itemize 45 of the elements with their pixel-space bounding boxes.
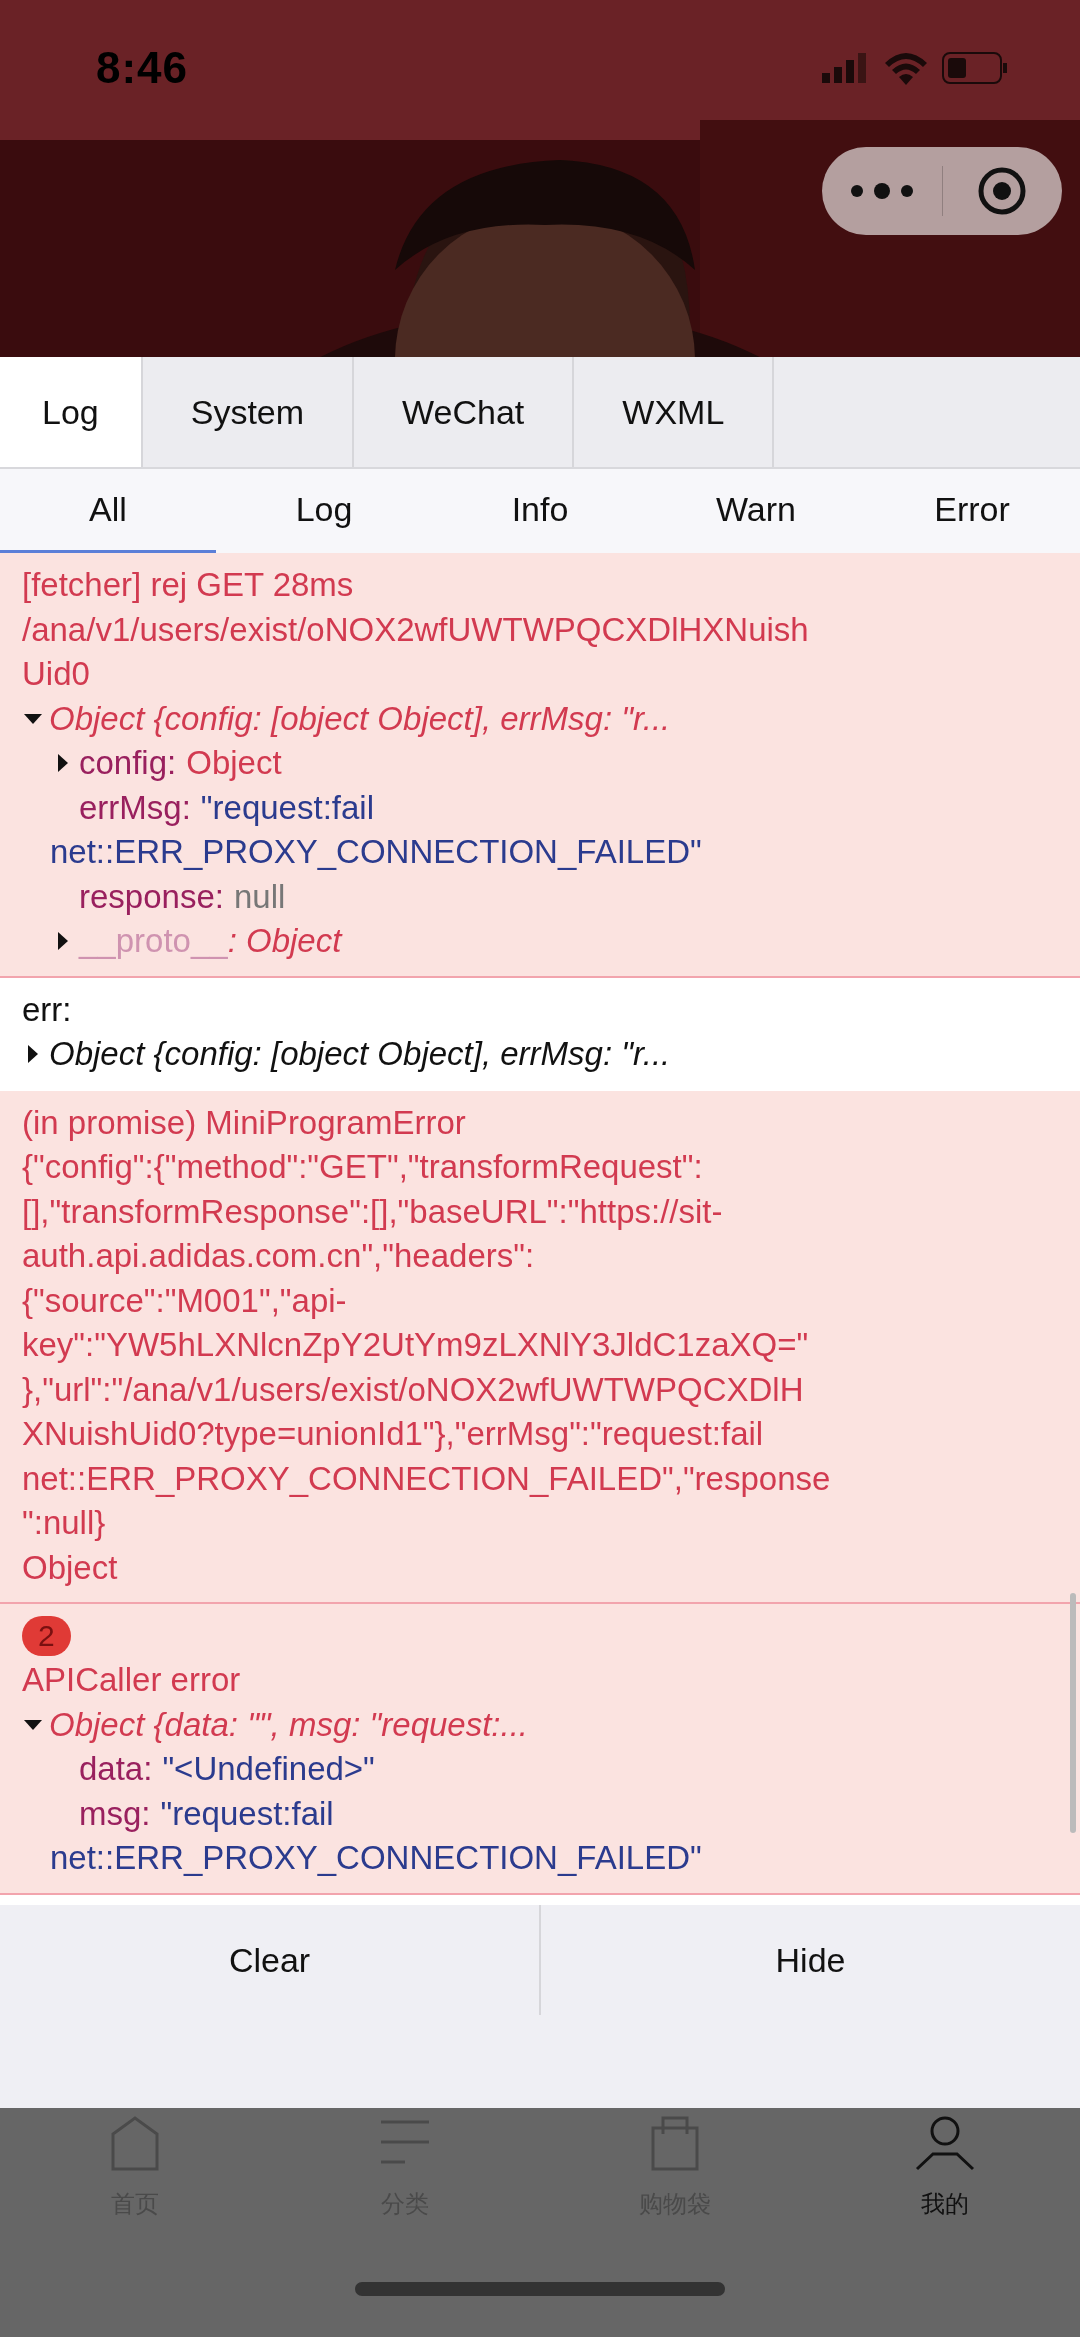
log-message: XNuishUid0?type=unionId1"},"errMsg":"request:fail <box>22 1414 764 1454</box>
log-message: [fetcher] rej GET 28ms <box>22 565 354 605</box>
panel-tab[interactable]: Log <box>0 357 143 467</box>
filter-tab[interactable]: Warn <box>648 469 864 553</box>
property-value: net::ERR_PROXY_CONNECTION_FAILED" <box>50 832 702 872</box>
console-button[interactable]: Hide <box>539 1905 1080 2015</box>
wifi-icon <box>884 50 928 85</box>
filter-tab[interactable]: Info <box>432 469 648 553</box>
log-message: {"source":"M001","api- <box>22 1280 347 1321</box>
log-message: Object <box>22 1547 118 1588</box>
filter-tab[interactable]: Error <box>864 469 1080 553</box>
log-message: (in promise) MiniProgramError <box>22 1102 466 1143</box>
battery-icon <box>942 51 1008 84</box>
property-value: null <box>233 876 286 917</box>
log-message: Uid0 <box>22 654 90 694</box>
console-button[interactable]: Clear <box>0 1905 539 2015</box>
log-message: [],"transformResponse":[],"baseURL":"https://sit- <box>22 1191 723 1232</box>
log-message: ":null} <box>22 1503 106 1543</box>
object-summary[interactable]: Object {config: [object Object], errMsg: "r... <box>49 1032 671 1077</box>
filter-tab[interactable]: Log <box>216 469 432 553</box>
log-message: auth.api.adidas.com.cn","headers": <box>22 1236 535 1276</box>
property-key: __proto__ <box>79 919 228 964</box>
log-message: {"config":{"method":"GET","transformRequest": <box>22 1147 703 1187</box>
property-value: net::ERR_PROXY_CONNECTION_FAILED" <box>50 1838 702 1878</box>
status-time: 8:46 <box>96 42 189 93</box>
property-value: "<Undefined>" <box>162 1749 375 1789</box>
property-value: Object <box>186 743 282 783</box>
property-value: "request:fail <box>200 787 374 828</box>
log-message: /ana/v1/users/exist/oNOX2wfUWTWPQCXDlHXNuish <box>22 609 809 650</box>
property-key: data: <box>79 1747 153 1792</box>
property-key: msg: <box>79 1791 151 1836</box>
log-message: err: <box>22 989 72 1030</box>
log-message: key":"YW5hLXNlcnZpY2UtYm9zLXNlY3JldC1zaXQ=" <box>22 1325 809 1365</box>
repeat-count: 2 <box>22 1616 71 1656</box>
property-key: errMsg: <box>79 785 191 830</box>
object-summary[interactable]: Object {data: "", msg: "request:... <box>49 1702 529 1747</box>
log-message: net::ERR_PROXY_CONNECTION_FAILED","response <box>22 1458 831 1499</box>
close-target-icon[interactable] <box>977 166 1028 216</box>
property-key: response: <box>79 874 224 919</box>
property-value: "request:fail <box>160 1793 334 1834</box>
log-message: APICaller error <box>22 1660 241 1700</box>
object-summary[interactable]: Object {config: [object Object], errMsg: "r... <box>49 696 671 741</box>
property-key: config: <box>79 741 177 786</box>
property-value: : Object <box>227 921 342 961</box>
log-message: },"url":"/ana/v1/users/exist/oNOX2wfUWTWPQCXDlH <box>22 1369 804 1410</box>
